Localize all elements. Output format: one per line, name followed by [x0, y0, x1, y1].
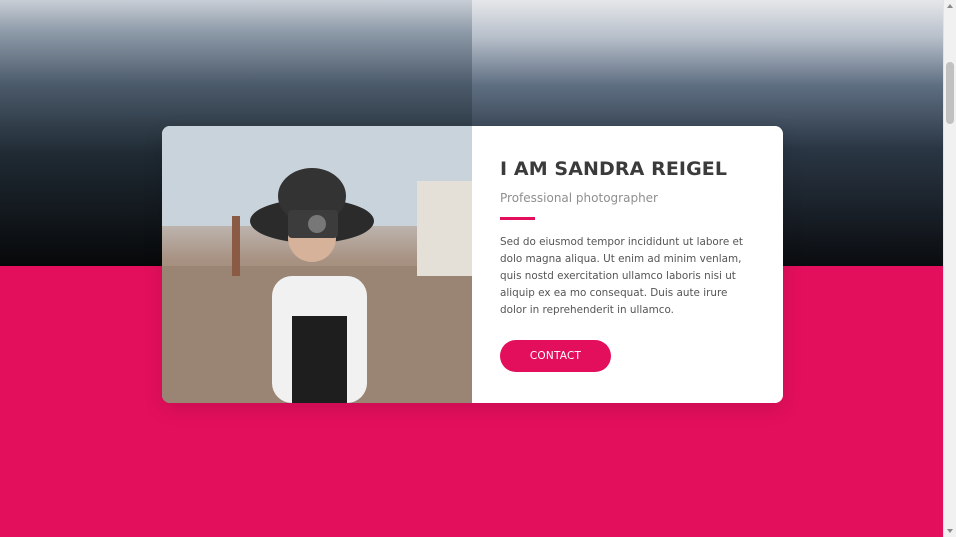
scroll-up-arrow-icon[interactable]	[947, 4, 953, 8]
profile-name: I AM SANDRA REIGEL	[500, 158, 728, 180]
profile-photo	[162, 126, 472, 403]
scroll-down-arrow-icon[interactable]	[947, 529, 953, 533]
profile-role: Professional photographer	[500, 191, 658, 205]
scrollbar-thumb[interactable]	[946, 62, 954, 124]
page-scrollbar[interactable]	[943, 0, 956, 537]
profile-content: I AM SANDRA REIGEL Professional photogra…	[500, 156, 755, 319]
contact-button[interactable]: CONTACT	[500, 340, 611, 372]
profile-bio: Sed do eiusmod tempor incididunt ut labo…	[500, 236, 743, 316]
profile-card: I AM SANDRA REIGEL Professional photogra…	[162, 126, 783, 403]
photographer-illustration	[162, 126, 472, 403]
accent-divider	[500, 217, 535, 220]
